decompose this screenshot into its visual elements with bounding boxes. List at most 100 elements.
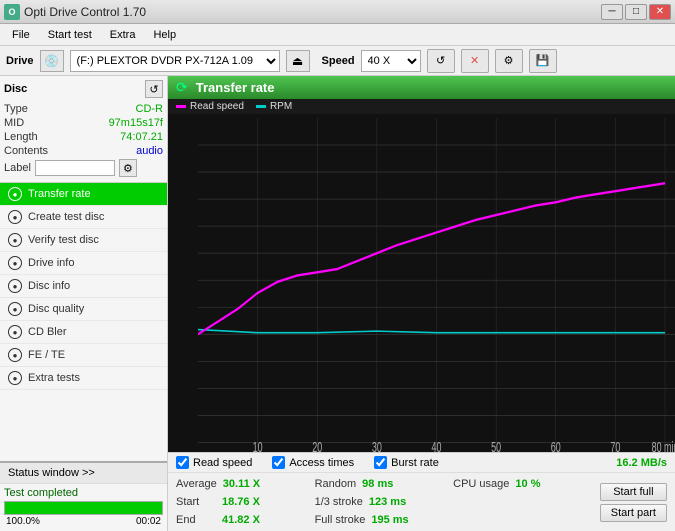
nav-item-transfer-rate[interactable]: ●Transfer rate (0, 183, 167, 206)
nav-item-verify-test-disc[interactable]: ●Verify test disc (0, 229, 167, 252)
stats-col2: Random 98 ms 1/3 stroke 123 ms Full stro… (315, 476, 454, 528)
nav-item-label: Extra tests (28, 372, 80, 384)
nav-item-disc-info[interactable]: ●Disc info (0, 275, 167, 298)
y-axis-labels (168, 114, 196, 438)
start-part-button[interactable]: Start part (600, 504, 667, 522)
settings-button[interactable]: ⚙ (495, 49, 523, 73)
full-stroke-value: 195 ms (371, 512, 408, 528)
eject-button[interactable]: ⏏ (286, 50, 310, 72)
stats-col3: CPU usage 10 % (453, 476, 592, 528)
progress-time: 00:02 (136, 516, 161, 527)
progress-label: Test completed (4, 487, 78, 499)
stroke13-label: 1/3 stroke (315, 494, 363, 510)
start-full-button[interactable]: Start full (600, 483, 667, 501)
maximize-button[interactable]: □ (625, 4, 647, 20)
minimize-button[interactable]: ─ (601, 4, 623, 20)
nav-item-label: Disc quality (28, 303, 84, 315)
menu-extra[interactable]: Extra (102, 27, 144, 43)
title-bar: O Opti Drive Control 1.70 ─ □ ✕ (0, 0, 675, 24)
nav-icon: ● (8, 348, 22, 362)
svg-text:20: 20 (312, 439, 322, 452)
legend-rpm-dot (256, 105, 266, 108)
nav-icon: ● (8, 279, 22, 293)
nav-icon: ● (8, 210, 22, 224)
clear-button[interactable]: ✕ (461, 49, 489, 73)
burst-rate-checkbox-item[interactable]: Burst rate (374, 456, 439, 469)
progress-track (4, 501, 163, 515)
stats-col1: Average 30.11 X Start 18.76 X End 41.82 … (176, 476, 315, 528)
nav-item-label: Transfer rate (28, 188, 91, 200)
nav-item-disc-quality[interactable]: ●Disc quality (0, 298, 167, 321)
close-button[interactable]: ✕ (649, 4, 671, 20)
chart-svg: 48 X 44 X 40 X 36 X 32 X 28 X 24 X 20 X … (198, 118, 675, 452)
nav-item-cd-bler[interactable]: ● CD Bler (0, 321, 167, 344)
average-value: 30.11 X (223, 476, 260, 492)
drive-label: Drive (6, 55, 34, 67)
nav-icon: ● (8, 371, 22, 385)
access-times-checkbox-item[interactable]: Access times (272, 456, 354, 469)
start-value: 18.76 X (222, 494, 260, 510)
nav-item-label: CD Bler (28, 326, 67, 338)
type-value: CD-R (136, 103, 164, 115)
app-icon: O (4, 4, 20, 20)
svg-text:10: 10 (253, 439, 263, 452)
title-text: Opti Drive Control 1.70 (24, 5, 146, 19)
speed-select[interactable]: 40 X (361, 50, 421, 72)
end-value: 41.82 X (222, 512, 260, 528)
disc-title: Disc (4, 83, 27, 95)
read-speed-checkbox[interactable] (176, 456, 189, 469)
end-label: End (176, 512, 216, 528)
start-label: Start (176, 494, 216, 510)
main-layout: Disc ↺ Type CD-R MID 97m15s17f Length 74… (0, 76, 675, 531)
progress-percent: 100.0% (6, 516, 40, 527)
menu-file[interactable]: File (4, 27, 38, 43)
sidebar: Disc ↺ Type CD-R MID 97m15s17f Length 74… (0, 76, 168, 531)
mid-value: 97m15s17f (109, 117, 163, 129)
full-stroke-label: Full stroke (315, 512, 366, 528)
drive-icon-btn[interactable]: 💿 (40, 50, 64, 72)
disc-label-input[interactable] (35, 160, 115, 176)
menu-help[interactable]: Help (145, 27, 184, 43)
legend-rpm: RPM (256, 101, 292, 112)
burst-rate-checkbox-label: Burst rate (391, 457, 439, 469)
nav-item-fe--te[interactable]: ● FE / TE (0, 344, 167, 367)
nav-item-label: FE / TE (28, 349, 65, 361)
svg-text:50: 50 (491, 439, 501, 452)
progress-bar-area: Test completed 100.0% 00:02 (0, 483, 167, 531)
chart-header: ⟳ Transfer rate (168, 76, 675, 99)
read-speed-checkbox-label: Read speed (193, 457, 252, 469)
cpu-value: 10 % (515, 476, 540, 492)
nav-item-extra-tests[interactable]: ● Extra tests (0, 367, 167, 390)
contents-value: audio (136, 145, 163, 157)
access-times-checkbox[interactable] (272, 456, 285, 469)
nav-item-label: Create test disc (28, 211, 104, 223)
chart-legend: Read speed RPM (168, 99, 675, 114)
refresh-button[interactable]: ↺ (427, 49, 455, 73)
menu-start-test[interactable]: Start test (40, 27, 100, 43)
chart-icon: ⟳ (176, 79, 188, 96)
average-label: Average (176, 476, 217, 492)
save-button[interactable]: 💾 (529, 49, 557, 73)
stats-grid: Average 30.11 X Start 18.76 X End 41.82 … (168, 473, 675, 531)
nav-item-drive-info[interactable]: ● Drive info (0, 252, 167, 275)
nav-item-label: Drive info (28, 257, 74, 269)
svg-text:80 min: 80 min (652, 439, 675, 452)
svg-text:30: 30 (372, 439, 382, 452)
legend-read-speed: Read speed (176, 101, 244, 112)
chart-svg-container: 48 X 44 X 40 X 36 X 32 X 28 X 24 X 20 X … (168, 114, 675, 452)
status-window-button[interactable]: Status window >> (0, 461, 167, 483)
cpu-label: CPU usage (453, 476, 509, 492)
drive-bar: Drive 💿 (F:) PLEXTOR DVDR PX-712A 1.09 ⏏… (0, 46, 675, 76)
disc-refresh-btn[interactable]: ↺ (145, 80, 163, 98)
stats-bar: Read speed Access times Burst rate 16.2 … (168, 452, 675, 531)
drive-select[interactable]: (F:) PLEXTOR DVDR PX-712A 1.09 (70, 50, 280, 72)
status-window-label: Status window >> (8, 467, 95, 479)
nav-item-create-test-disc[interactable]: ● Create test disc (0, 206, 167, 229)
burst-rate-checkbox[interactable] (374, 456, 387, 469)
nav-icon: ● (8, 325, 22, 339)
read-speed-checkbox-item[interactable]: Read speed (176, 456, 252, 469)
nav-icon: ● (8, 256, 22, 270)
length-value: 74:07.21 (120, 131, 163, 143)
disc-panel: Disc ↺ Type CD-R MID 97m15s17f Length 74… (0, 76, 167, 183)
label-icon-btn[interactable]: ⚙ (119, 159, 137, 177)
